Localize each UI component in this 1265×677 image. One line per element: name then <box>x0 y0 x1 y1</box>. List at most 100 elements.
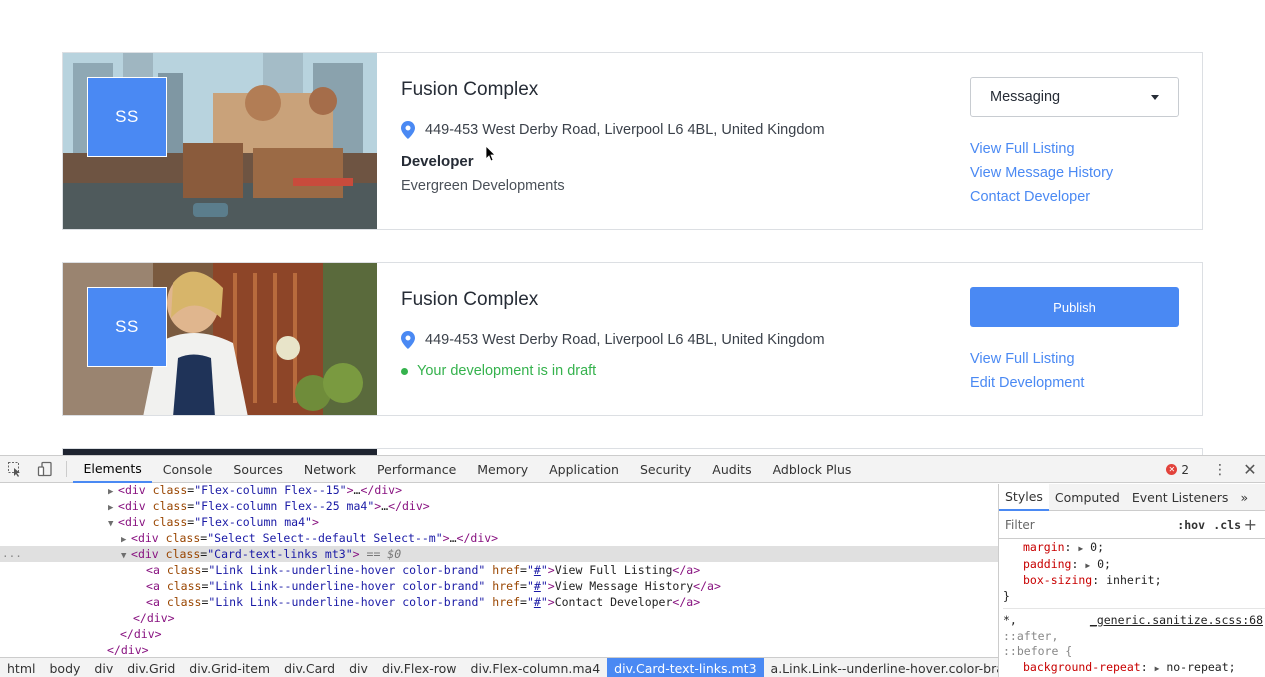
development-card <box>62 448 1203 455</box>
dom-node[interactable]: ▶ <div class="Flex-column Flex--15">…</di… <box>0 484 998 498</box>
source-link[interactable]: _generic.sanitize.scss:68 <box>1090 613 1263 629</box>
more-options-icon[interactable]: ⋮ <box>1205 456 1235 483</box>
style-declaration[interactable]: box-sizing: inherit; <box>1003 573 1265 589</box>
devtools-panel: Elements Console Sources Network Perform… <box>0 455 1265 677</box>
mouse-cursor-icon <box>486 146 496 162</box>
device-toolbar-icon[interactable] <box>30 456 60 483</box>
avatar: SS <box>87 287 167 367</box>
rule-divider <box>1003 608 1265 609</box>
style-declaration[interactable]: background-repeat: ▶ no-repeat; <box>1003 660 1265 677</box>
breadcrumb-item[interactable]: div.Flex-row <box>375 658 464 677</box>
tab-application[interactable]: Application <box>539 456 630 483</box>
status-dot-icon <box>401 367 408 375</box>
tab-performance[interactable]: Performance <box>367 456 467 483</box>
hov-toggle[interactable]: :hov <box>1177 518 1205 532</box>
dom-node[interactable]: </div> <box>0 626 998 642</box>
tab-audits[interactable]: Audits <box>702 456 762 483</box>
breadcrumb-item[interactable]: div <box>87 658 120 677</box>
more-tabs-icon[interactable]: » <box>1234 484 1254 511</box>
tab-computed[interactable]: Computed <box>1049 484 1126 511</box>
developer-name: Evergreen Developments <box>401 178 565 194</box>
address: 449-453 West Derby Road, Liverpool L6 4B… <box>401 331 825 349</box>
publish-button[interactable]: Publish <box>970 287 1179 327</box>
address-text: 449-453 West Derby Road, Liverpool L6 4B… <box>425 122 825 138</box>
location-pin-icon <box>401 121 415 139</box>
tab-security[interactable]: Security <box>629 456 701 483</box>
card-image: SS <box>63 53 377 229</box>
avatar: SS <box>87 77 167 157</box>
draft-status-text: Your development is in draft <box>417 363 597 379</box>
address: 449-453 West Derby Road, Liverpool L6 4B… <box>401 121 825 139</box>
styles-filter: Filter :hov .cls + <box>999 511 1265 539</box>
dom-breadcrumb: html body div div.Grid div.Grid-item div… <box>0 657 1020 677</box>
rule-selector: ::before { <box>1003 644 1073 658</box>
breadcrumb-item-active[interactable]: div.Card-text-links.mt3 <box>607 657 764 677</box>
address-text: 449-453 West Derby Road, Liverpool L6 4B… <box>425 332 825 348</box>
breadcrumb-item[interactable]: div <box>342 658 375 677</box>
filter-input[interactable]: Filter <box>1005 518 1035 532</box>
card-body: Fusion Complex 449-453 West Derby Road, … <box>377 263 1202 415</box>
rule-selector: *, _generic.sanitize.scss:68 <box>1003 613 1263 629</box>
dom-node[interactable]: <a class="Link Link--underline-hover col… <box>0 562 998 578</box>
error-counter[interactable]: ✕ 2 <box>1166 463 1189 477</box>
tab-styles[interactable]: Styles <box>999 484 1049 511</box>
add-rule-icon[interactable]: + <box>1244 515 1257 534</box>
app-window: SS Fusion Complex 449-453 West Derby Roa… <box>0 0 1265 677</box>
dom-node[interactable]: </div> <box>0 610 998 626</box>
dom-node[interactable]: <a class="Link Link--underline-hover col… <box>0 578 998 594</box>
location-pin-icon <box>401 331 415 349</box>
breadcrumb-item[interactable]: html <box>0 658 42 677</box>
draft-status: Your development is in draft <box>401 363 596 379</box>
style-rules: margin: ▶ 0; padding: ▶ 0; box-sizing: i… <box>999 539 1265 676</box>
toolbar-divider <box>66 461 67 477</box>
developer-label: Developer <box>401 153 474 170</box>
tab-console[interactable]: Console <box>152 456 223 483</box>
breadcrumb-item[interactable]: div.Grid-item <box>182 658 277 677</box>
style-declaration[interactable]: padding: ▶ 0; <box>1003 557 1265 574</box>
style-declaration[interactable]: margin: ▶ 0; <box>1003 540 1265 557</box>
view-full-listing-link[interactable]: View Full Listing <box>970 347 1084 371</box>
view-full-listing-link[interactable]: View Full Listing <box>970 137 1113 161</box>
contact-developer-link[interactable]: Contact Developer <box>970 185 1113 209</box>
tab-adblock-plus[interactable]: Adblock Plus <box>762 456 862 483</box>
breadcrumb-item[interactable]: div.Card <box>277 658 342 677</box>
breadcrumb-item[interactable]: body <box>42 658 87 677</box>
devtools-toolbar: Elements Console Sources Network Perform… <box>0 456 1265 483</box>
close-icon[interactable]: ✕ <box>1235 456 1265 483</box>
styles-tabs: Styles Computed Event Listeners » <box>999 484 1265 511</box>
dom-node[interactable]: ▼ <div class="Flex-column ma4"> <box>0 514 998 530</box>
dom-node[interactable]: <a class="Link Link--underline-hover col… <box>0 594 998 610</box>
styles-pane: Styles Computed Event Listeners » Filter… <box>998 484 1265 677</box>
tab-elements[interactable]: Elements <box>73 456 153 483</box>
inspect-element-icon[interactable] <box>0 456 30 483</box>
cls-toggle[interactable]: .cls <box>1213 518 1241 532</box>
messaging-select[interactable]: Messaging <box>970 77 1179 117</box>
card-title: Fusion Complex <box>401 289 539 310</box>
tab-network[interactable]: Network <box>293 456 366 483</box>
view-message-history-link[interactable]: View Message History <box>970 161 1113 185</box>
select-value: Messaging <box>990 89 1061 105</box>
development-card: SS Fusion Complex 449-453 West Derby Roa… <box>62 52 1203 230</box>
dom-node[interactable]: ▶ <div class="Flex-column Flex--25 ma4">…… <box>0 498 998 514</box>
tab-event-listeners[interactable]: Event Listeners <box>1126 484 1235 511</box>
error-icon: ✕ <box>1166 464 1178 475</box>
edit-development-link[interactable]: Edit Development <box>970 371 1084 395</box>
caret-down-icon <box>1151 94 1159 100</box>
breadcrumb-item[interactable]: a.Link.Link--underline-hover.color-brand <box>764 658 1027 677</box>
card-image: SS <box>63 263 377 415</box>
error-count: 2 <box>1181 462 1189 477</box>
development-card: SS Fusion Complex 449-453 West Derby Roa… <box>62 262 1203 416</box>
page-content: SS Fusion Complex 449-453 West Derby Roa… <box>0 0 1265 455</box>
breadcrumb-item[interactable]: div.Grid <box>120 658 182 677</box>
card-title: Fusion Complex <box>401 79 539 100</box>
card-text-links: View Full Listing Edit Development <box>970 347 1084 395</box>
dom-node[interactable]: ▶ <div class="Select Select--default Sele… <box>0 530 998 546</box>
tab-sources[interactable]: Sources <box>223 456 293 483</box>
card-text-links: View Full Listing View Message History C… <box>970 137 1113 209</box>
toolbar-right: ✕ 2 ⋮ ✕ <box>1166 456 1265 483</box>
row-dots[interactable]: ... <box>2 546 22 562</box>
tab-memory[interactable]: Memory <box>467 456 539 483</box>
dom-node-selected[interactable]: ... ▼ <div class="Card-text-links mt3"> =… <box>0 546 998 562</box>
dom-node[interactable]: </div> <box>0 642 998 657</box>
breadcrumb-item[interactable]: div.Flex-column.ma4 <box>464 658 608 677</box>
